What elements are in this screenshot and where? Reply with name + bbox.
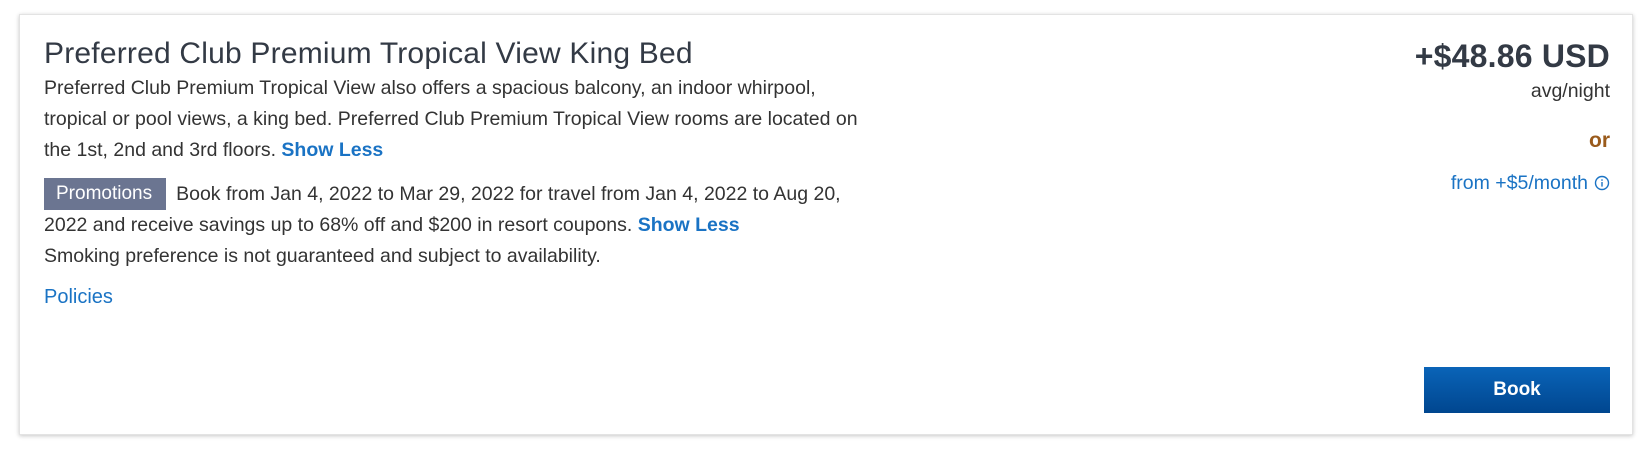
or-separator: or bbox=[1589, 129, 1610, 152]
room-description: Preferred Club Premium Tropical View als… bbox=[44, 73, 864, 166]
description-show-less-link[interactable]: Show Less bbox=[281, 139, 383, 161]
price-unit: avg/night bbox=[1530, 80, 1610, 102]
promotions-badge: Promotions bbox=[44, 178, 167, 210]
monthly-financing-text: from +$5/month bbox=[1450, 172, 1588, 194]
pricing-panel: +$48.86 USD avg/night or from +$5/month bbox=[1190, 37, 1610, 197]
promotion-show-less-link[interactable]: Show Less bbox=[638, 214, 740, 236]
promotion-block: Promotions Book from Jan 4, 2022 to Mar 2… bbox=[44, 178, 864, 241]
smoking-note: Smoking preference is not guaranteed and… bbox=[44, 245, 601, 267]
monthly-financing-link[interactable]: from +$5/month bbox=[1451, 169, 1610, 197]
room-details: Preferred Club Premium Tropical View Kin… bbox=[44, 35, 864, 311]
info-circle-icon[interactable] bbox=[1594, 175, 1610, 191]
policies-link[interactable]: Policies bbox=[44, 283, 113, 311]
room-offer-card: Preferred Club Premium Tropical View Kin… bbox=[19, 14, 1633, 435]
room-title: Preferred Club Premium Tropical View Kin… bbox=[44, 37, 693, 70]
room-description-text: Preferred Club Premium Tropical View als… bbox=[44, 77, 858, 161]
book-button[interactable]: Book bbox=[1424, 367, 1610, 413]
price: +$48.86 USD bbox=[1414, 38, 1610, 74]
